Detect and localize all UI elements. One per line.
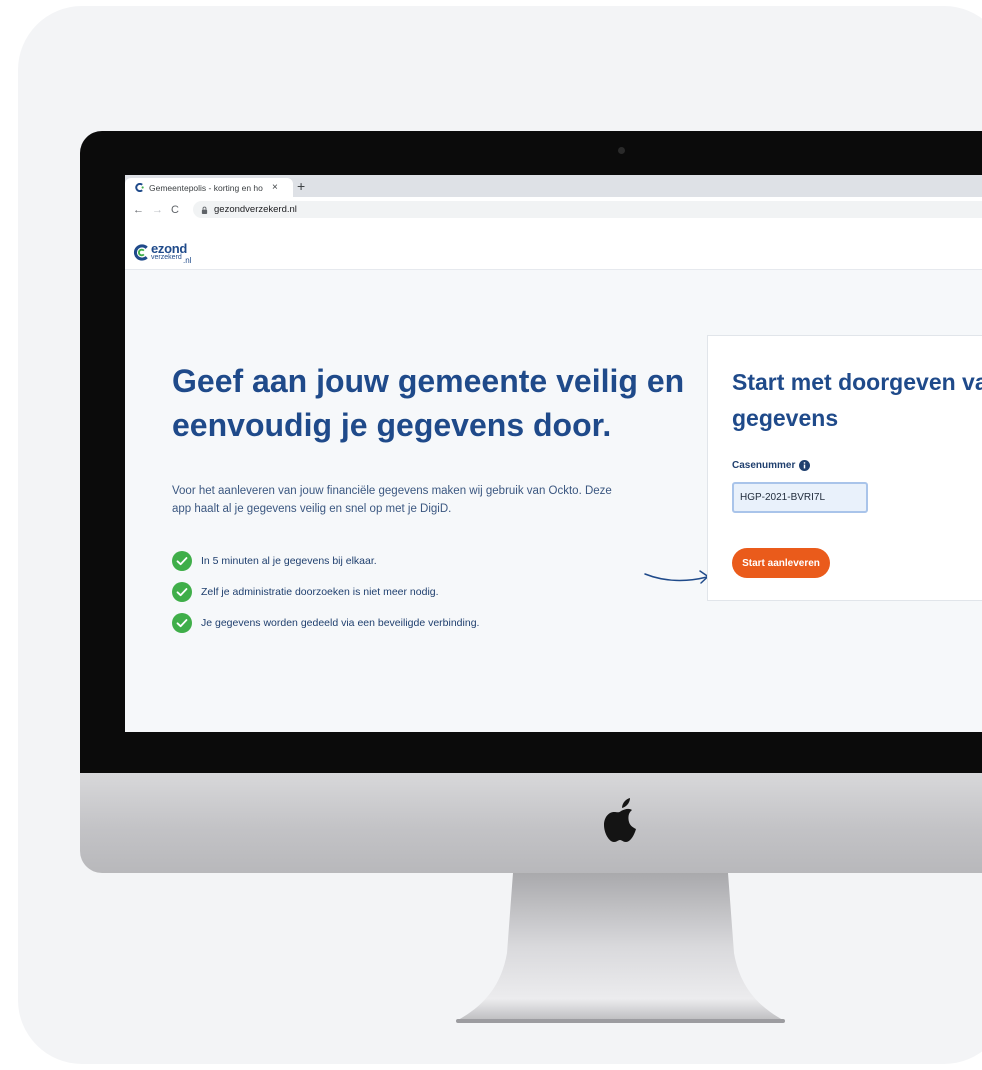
logo-sub-text: verzekerd [151, 254, 182, 261]
benefit-text: In 5 minuten al je gegevens bij elkaar. [201, 554, 377, 567]
list-item: In 5 minuten al je gegevens bij elkaar. [172, 545, 479, 576]
info-icon[interactable] [799, 460, 811, 471]
hero-headline: Geef aan jouw gemeente veilig en eenvoud… [172, 363, 685, 443]
logo-mark-icon [134, 244, 148, 261]
lock-icon [201, 206, 208, 214]
url-text: gezondverzekerd.nl [214, 204, 297, 215]
imac-chin [80, 773, 982, 873]
browser-tabbar: Gemeentepolis - korting en ho × + [125, 175, 982, 197]
imac-screen: Gemeentepolis - korting en ho × + ← → C … [125, 175, 982, 732]
new-tab-button[interactable]: + [297, 178, 305, 194]
benefit-text: Je gegevens worden gedeeld via een bevei… [201, 616, 480, 629]
logo-ext-text: .nl [183, 256, 192, 265]
check-icon [172, 581, 192, 602]
start-aanleveren-button[interactable]: Start aanleveren [732, 548, 830, 578]
check-icon [172, 612, 192, 633]
benefit-text: Zelf je administratie doorzoeken is niet… [201, 585, 439, 598]
hero-intro: Voor het aanleveren van jouw financiële … [172, 485, 612, 515]
tab-close-icon[interactable]: × [272, 182, 278, 193]
list-item: Je gegevens worden gedeeld via een bevei… [172, 607, 479, 638]
benefit-list: In 5 minuten al je gegevens bij elkaar. … [172, 545, 479, 638]
address-bar[interactable]: gezondverzekerd.nl [193, 201, 982, 218]
case-number-label-text: Casenummer [732, 460, 796, 471]
list-item: Zelf je administratie doorzoeken is niet… [172, 576, 479, 607]
back-icon[interactable]: ← [133, 204, 144, 216]
tab-title: Gemeentepolis - korting en ho [149, 182, 263, 193]
browser-toolbar: ← → C gezondverzekerd.nl [125, 197, 982, 222]
case-number-input[interactable] [732, 482, 868, 513]
start-form-card: Start met doorgeven van je gegevens Case… [707, 335, 982, 601]
imac-stand [456, 873, 785, 1023]
check-icon [172, 550, 192, 571]
case-number-label: Casenummer [732, 460, 811, 471]
site-header: ezond verzekerd .nl [125, 222, 982, 270]
form-title: Start met doorgeven van je gegevens [732, 369, 982, 431]
site-logo[interactable]: ezond verzekerd .nl [133, 242, 191, 265]
forward-icon[interactable]: → [152, 204, 163, 216]
arrow-icon [644, 570, 709, 584]
browser-tab[interactable]: Gemeentepolis - korting en ho × [125, 178, 293, 197]
apple-logo-icon [604, 798, 636, 842]
camera-dot [618, 147, 625, 154]
reload-icon[interactable]: C [171, 204, 179, 216]
site-favicon-icon [135, 183, 144, 192]
